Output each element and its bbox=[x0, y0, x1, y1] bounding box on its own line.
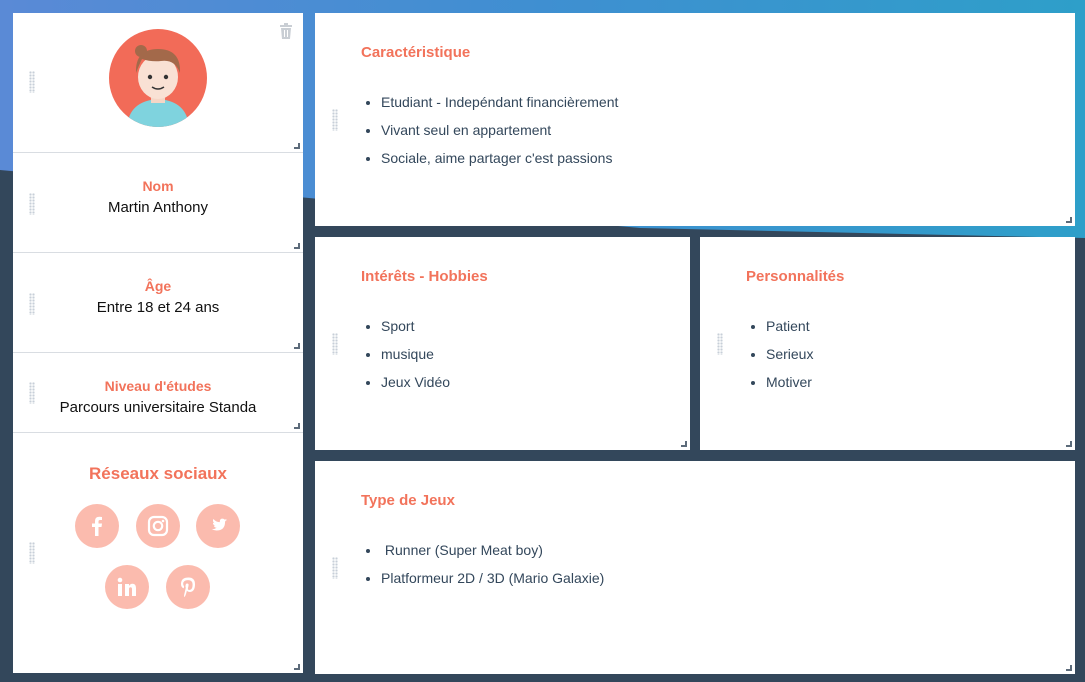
pinterest-icon[interactable] bbox=[166, 565, 210, 609]
list-item: Sociale, aime partager c'est passions bbox=[381, 144, 618, 172]
drag-handle[interactable] bbox=[332, 109, 338, 131]
games-list: Runner (Super Meat boy) Platformeur 2D /… bbox=[381, 536, 604, 592]
games-title: Type de Jeux bbox=[361, 492, 455, 509]
linkedin-icon[interactable] bbox=[105, 565, 149, 609]
age-value: Entre 18 et 24 ans bbox=[96, 299, 220, 316]
list-item: Motiver bbox=[766, 368, 813, 396]
resize-handle[interactable] bbox=[294, 664, 300, 670]
list-item: Etudiant - Indepéndant financièrement bbox=[381, 88, 618, 116]
list-item: Patient bbox=[766, 312, 813, 340]
facebook-icon[interactable] bbox=[75, 504, 119, 548]
games-card: Type de Jeux Runner (Super Meat boy) Pla… bbox=[315, 461, 1075, 674]
resize-handle[interactable] bbox=[1066, 441, 1072, 447]
instagram-icon[interactable] bbox=[136, 504, 180, 548]
drag-handle[interactable] bbox=[332, 333, 338, 355]
resize-handle[interactable] bbox=[294, 423, 300, 429]
personality-list: Patient Serieux Motiver bbox=[766, 312, 813, 396]
hobbies-card: Intérêts - Hobbies Sport musique Jeux Vi… bbox=[315, 237, 690, 450]
trash-icon[interactable] bbox=[279, 23, 293, 39]
education-cell: Niveau d'études Parcours universitaire S… bbox=[13, 353, 303, 433]
name-value: Martin Anthony bbox=[107, 199, 209, 216]
drag-handle[interactable] bbox=[332, 557, 338, 579]
social-cell: Réseaux sociaux bbox=[13, 433, 303, 673]
education-label: Niveau d'études bbox=[104, 378, 212, 394]
education-value: Parcours universitaire Standa bbox=[59, 399, 257, 416]
avatar-cell bbox=[13, 13, 303, 153]
hobbies-list: Sport musique Jeux Vidéo bbox=[381, 312, 450, 396]
characteristics-list: Etudiant - Indepéndant financièrement Vi… bbox=[381, 88, 618, 172]
avatar bbox=[109, 29, 207, 127]
list-item: Platformeur 2D / 3D (Mario Galaxie) bbox=[381, 564, 604, 592]
hobbies-title: Intérêts - Hobbies bbox=[361, 268, 488, 285]
list-item: Serieux bbox=[766, 340, 813, 368]
age-cell: Âge Entre 18 et 24 ans bbox=[13, 253, 303, 353]
list-item: Jeux Vidéo bbox=[381, 368, 450, 396]
resize-handle[interactable] bbox=[294, 243, 300, 249]
social-title: Réseaux sociaux bbox=[89, 464, 227, 483]
age-label: Âge bbox=[144, 278, 172, 294]
characteristics-card: Caractéristique Etudiant - Indepéndant f… bbox=[315, 13, 1075, 226]
resize-handle[interactable] bbox=[681, 441, 687, 447]
name-cell: Nom Martin Anthony bbox=[13, 153, 303, 253]
resize-handle[interactable] bbox=[1066, 217, 1072, 223]
personality-card: Personnalités Patient Serieux Motiver bbox=[700, 237, 1075, 450]
twitter-icon[interactable] bbox=[196, 504, 240, 548]
drag-handle[interactable] bbox=[29, 542, 35, 564]
list-item: Vivant seul en appartement bbox=[381, 116, 618, 144]
list-item: musique bbox=[381, 340, 450, 368]
profile-column: Nom Martin Anthony Âge Entre 18 et 24 an… bbox=[13, 13, 303, 673]
name-label: Nom bbox=[142, 178, 174, 194]
list-item: Runner (Super Meat boy) bbox=[381, 536, 604, 564]
drag-handle[interactable] bbox=[717, 333, 723, 355]
resize-handle[interactable] bbox=[1066, 665, 1072, 671]
list-item: Sport bbox=[381, 312, 450, 340]
drag-handle[interactable] bbox=[29, 71, 35, 93]
resize-handle[interactable] bbox=[294, 143, 300, 149]
characteristics-title: Caractéristique bbox=[361, 44, 471, 61]
resize-handle[interactable] bbox=[294, 343, 300, 349]
personality-title: Personnalités bbox=[746, 268, 845, 285]
